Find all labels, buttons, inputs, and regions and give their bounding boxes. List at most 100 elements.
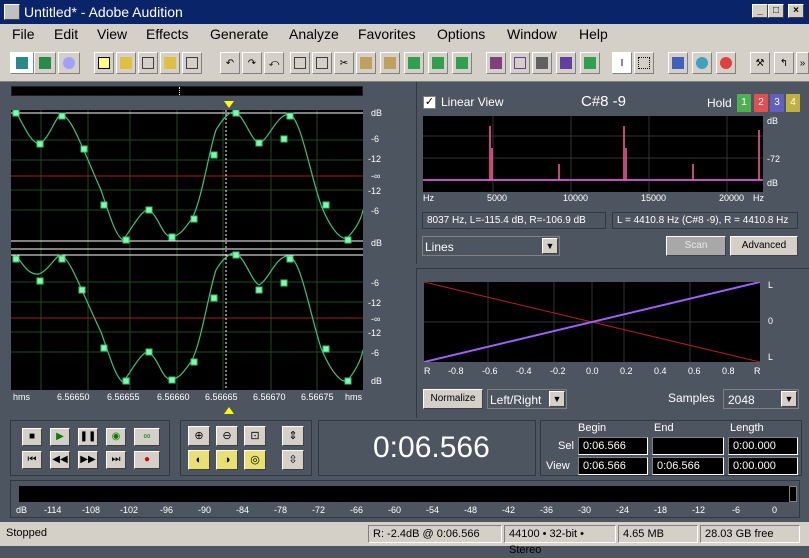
channel-select[interactable]: Left/Right ▼ bbox=[487, 389, 567, 409]
save-as-icon[interactable] bbox=[160, 52, 180, 74]
spectral-view-icon[interactable] bbox=[556, 52, 576, 74]
close-file-icon[interactable] bbox=[182, 52, 202, 74]
cd-view-icon[interactable] bbox=[58, 52, 80, 74]
menu-generate[interactable]: Generate bbox=[210, 26, 268, 42]
app-icon[interactable] bbox=[4, 4, 20, 20]
menu-view[interactable]: View bbox=[97, 26, 127, 42]
minimize-icon[interactable]: _ bbox=[752, 4, 768, 18]
zoom-icon[interactable] bbox=[692, 52, 712, 74]
display-mode-select[interactable]: Lines ▼ bbox=[422, 236, 560, 256]
fast-forward-button[interactable]: ▶▶ bbox=[78, 451, 98, 469]
zoom-out-icon[interactable]: ⊖ bbox=[216, 426, 238, 446]
paste-icon[interactable] bbox=[356, 52, 376, 74]
ruler-tick: 6.56670 bbox=[253, 392, 286, 402]
trim-icon[interactable] bbox=[428, 52, 448, 74]
go-to-start-button[interactable]: ⏮ bbox=[22, 451, 42, 469]
copy-icon[interactable] bbox=[312, 52, 332, 74]
playhead-bottom-marker[interactable] bbox=[224, 407, 234, 414]
zoom-in-vertical-icon[interactable]: ⇕ bbox=[282, 426, 304, 446]
loop-button[interactable]: ∞ bbox=[134, 428, 160, 446]
menu-window[interactable]: Window bbox=[507, 26, 557, 42]
zoom-out-vertical-icon[interactable]: ⇳ bbox=[282, 450, 304, 470]
stop-button[interactable]: ■ bbox=[22, 428, 42, 446]
playhead-top-marker[interactable] bbox=[224, 101, 234, 108]
waveform-display[interactable] bbox=[11, 109, 364, 390]
phase-graph[interactable] bbox=[423, 281, 761, 363]
edit-view-icon[interactable] bbox=[10, 52, 34, 74]
menu-edit[interactable]: Edit bbox=[54, 26, 78, 42]
hold-button-2[interactable]: 2 bbox=[754, 94, 768, 112]
go-to-end-button[interactable]: ⏭ bbox=[106, 451, 126, 469]
tool-icon[interactable]: ⚒ bbox=[750, 52, 770, 74]
menu-favorites[interactable]: Favorites bbox=[358, 26, 416, 42]
status-format[interactable]: 44100 • 32-bit • Stereo bbox=[504, 525, 616, 556]
marker-icon[interactable] bbox=[510, 52, 530, 74]
save-icon[interactable] bbox=[138, 52, 158, 74]
linear-view-checkbox[interactable]: ✓ bbox=[423, 96, 436, 109]
normalize-button[interactable]: Normalize bbox=[423, 389, 483, 409]
menu-options[interactable]: Options bbox=[437, 26, 485, 42]
time-ruler[interactable]: hms 6.56650 6.56655 6.56660 6.56665 6.56… bbox=[11, 390, 363, 404]
meter-tick: -114 bbox=[44, 505, 62, 515]
snap-icon[interactable] bbox=[452, 52, 472, 74]
selection-length-field[interactable]: 0:00.000 bbox=[728, 437, 798, 455]
advanced-button[interactable]: Advanced bbox=[730, 236, 798, 256]
repeat-icon[interactable]: ⤺ bbox=[264, 52, 284, 74]
overview-bar[interactable] bbox=[11, 86, 363, 96]
undo-icon[interactable]: ↶ bbox=[220, 52, 240, 74]
paste-new-icon[interactable] bbox=[380, 52, 400, 74]
envelope-icon[interactable] bbox=[486, 52, 506, 74]
hold-button-3[interactable]: 3 bbox=[770, 94, 784, 112]
mix-paste-icon[interactable] bbox=[404, 52, 424, 74]
redo-icon[interactable]: ↷ bbox=[242, 52, 262, 74]
chevron-down-icon[interactable]: ▼ bbox=[781, 391, 797, 407]
time-selection-icon[interactable]: I bbox=[612, 52, 632, 74]
db-label: -72 bbox=[767, 154, 781, 164]
settings-icon[interactable] bbox=[668, 52, 688, 74]
hold-button-4[interactable]: 4 bbox=[786, 94, 800, 112]
zoom-selection-icon[interactable]: ◎ bbox=[244, 450, 266, 470]
more-icon[interactable]: » bbox=[796, 52, 809, 74]
spectral-icon[interactable] bbox=[532, 52, 552, 74]
menu-help[interactable]: Help bbox=[579, 26, 608, 42]
spectrum-svg bbox=[423, 116, 763, 192]
ruler-tick: 6.56675 bbox=[301, 392, 334, 402]
zoom-full-icon[interactable]: ⊡ bbox=[244, 426, 266, 446]
view-end-field[interactable]: 0:06.566 bbox=[652, 457, 724, 475]
zoom-right-icon[interactable]: ◑ bbox=[216, 450, 238, 470]
chevron-down-icon[interactable]: ▼ bbox=[549, 391, 565, 407]
back-icon[interactable]: ↰ bbox=[774, 52, 794, 74]
scan-button[interactable]: Scan bbox=[666, 236, 726, 256]
spectrum-graph[interactable] bbox=[423, 116, 763, 192]
open-file-icon[interactable] bbox=[116, 52, 136, 74]
play-to-end-button[interactable]: ◉ bbox=[106, 428, 126, 446]
selection-end-field[interactable] bbox=[652, 437, 724, 455]
play-button[interactable]: ▶ bbox=[50, 428, 70, 446]
close-icon[interactable]: × bbox=[788, 4, 804, 18]
multitrack-view-icon[interactable] bbox=[34, 52, 56, 74]
zoom-left-icon[interactable]: ◐ bbox=[188, 450, 210, 470]
maximize-icon[interactable]: □ bbox=[768, 4, 784, 18]
clip-indicator[interactable] bbox=[789, 486, 797, 502]
view-length-field[interactable]: 0:00.000 bbox=[728, 457, 798, 475]
menu-file[interactable]: File bbox=[12, 26, 35, 42]
frequency-icon[interactable] bbox=[580, 52, 600, 74]
new-file-icon[interactable] bbox=[94, 52, 114, 74]
target-icon[interactable] bbox=[716, 52, 736, 74]
meter-tick: -42 bbox=[502, 505, 516, 515]
phase-svg bbox=[423, 281, 761, 363]
zoom-in-icon[interactable]: ⊕ bbox=[188, 426, 210, 446]
hold-button-1[interactable]: 1 bbox=[737, 94, 751, 112]
menu-effects[interactable]: Effects bbox=[146, 26, 189, 42]
menu-analyze[interactable]: Analyze bbox=[289, 26, 339, 42]
chevron-down-icon[interactable]: ▼ bbox=[542, 238, 558, 254]
view-begin-field[interactable]: 0:06.566 bbox=[578, 457, 648, 475]
marquee-icon[interactable] bbox=[634, 52, 654, 74]
pause-button[interactable]: ❚❚ bbox=[78, 428, 98, 446]
record-button[interactable]: ● bbox=[134, 451, 160, 469]
selection-begin-field[interactable]: 0:06.566 bbox=[578, 437, 648, 455]
samples-select[interactable]: 2048 ▼ bbox=[723, 389, 799, 409]
rewind-button[interactable]: ◀◀ bbox=[50, 451, 70, 469]
cut-icon[interactable]: ✂ bbox=[334, 52, 354, 74]
copy-new-icon[interactable] bbox=[290, 52, 310, 74]
